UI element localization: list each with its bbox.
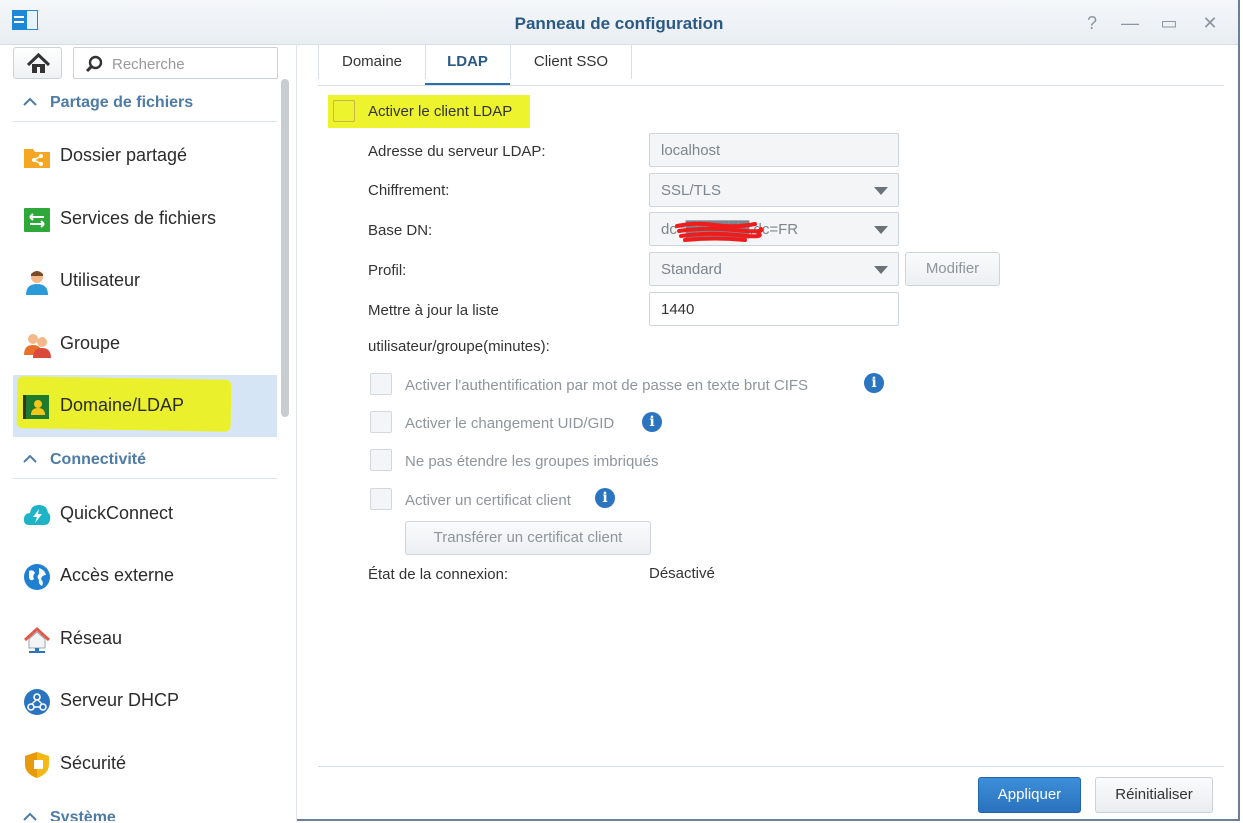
profile-value: Standard	[661, 261, 722, 278]
sidebar-item-group[interactable]: Groupe	[13, 313, 277, 375]
redaction-scribble	[675, 221, 764, 242]
sidebar-item-label: Serveur DHCP	[60, 690, 180, 710]
control-panel-window: Panneau de configuration ? — ▭ ✕ Partage…	[0, 0, 1240, 821]
sidebar-scrollbar[interactable]	[281, 79, 289, 417]
sidebar-item-quickconnect[interactable]: QuickConnect	[13, 483, 277, 545]
enable-ldap-label: Activer le client LDAP	[368, 103, 513, 120]
section-label: Partage de fichiers	[50, 94, 194, 111]
encryption-select[interactable]: SSL/TLS	[649, 173, 899, 207]
globe-icon	[24, 564, 50, 590]
search-box[interactable]	[73, 47, 278, 79]
server-address-input[interactable]: localhost	[649, 133, 899, 167]
chevron-up-icon	[23, 454, 37, 463]
dropdown-arrow-icon	[874, 226, 888, 234]
search-icon	[85, 55, 103, 73]
update-interval-input[interactable]: 1440	[649, 292, 899, 326]
sidebar-item-label: Dossier partagé	[60, 145, 188, 165]
sidebar-item-label: Services de fichiers	[60, 208, 217, 228]
section-label: Connectivité	[50, 451, 147, 468]
basedn-label: Base DN:	[368, 222, 433, 239]
cifs-auth-label: Activer l'authentification par mot de pa…	[405, 377, 809, 394]
sidebar-item-file-services[interactable]: Services de fichiers	[13, 188, 277, 250]
chevron-up-icon	[23, 812, 37, 821]
profile-select[interactable]: Standard	[649, 252, 899, 286]
user-icon	[26, 271, 48, 295]
shield-icon	[25, 752, 49, 778]
sidebar-item-network[interactable]: Réseau	[13, 608, 277, 670]
help-icon[interactable]: ?	[1080, 11, 1104, 35]
sidebar-item-user[interactable]: Utilisateur	[13, 250, 277, 312]
group-icon	[24, 334, 51, 358]
section-system[interactable]: Système	[13, 800, 277, 821]
sidebar: Partage de fichiers Dossier partagé Serv…	[0, 45, 297, 821]
ldap-settings-panel: Activer le client LDAP Adresse du serveu…	[318, 86, 1224, 756]
apply-button[interactable]: Appliquer	[978, 777, 1081, 813]
info-icon[interactable]: i	[595, 488, 615, 508]
sidebar-item-label: Réseau	[60, 628, 123, 648]
sidebar-item-shared-folder[interactable]: Dossier partagé	[13, 125, 277, 187]
sidebar-item-domain-ldap[interactable]: Domaine/LDAP	[13, 375, 277, 437]
dhcp-server-icon	[24, 689, 50, 715]
encryption-label: Chiffrement:	[368, 182, 450, 199]
server-address-placeholder: localhost	[661, 142, 721, 159]
section-connectivity[interactable]: Connectivité	[13, 442, 277, 479]
search-input[interactable]	[110, 54, 274, 74]
maximize-icon[interactable]: ▭	[1157, 11, 1181, 35]
file-services-icon	[24, 208, 50, 232]
sidebar-item-label: Domaine/LDAP	[60, 395, 185, 415]
tab-bar: Domaine LDAP Client SSO	[318, 45, 1224, 86]
sidebar-item-label: Sécurité	[60, 753, 127, 773]
network-icon	[23, 626, 51, 653]
cifs-auth-checkbox[interactable]	[370, 373, 392, 395]
info-icon[interactable]: i	[864, 373, 884, 393]
chevron-up-icon	[23, 97, 37, 106]
sidebar-item-label: QuickConnect	[60, 503, 174, 523]
close-icon[interactable]: ✕	[1198, 11, 1222, 35]
connection-status-label: État de la connexion:	[368, 566, 509, 583]
modify-button[interactable]: Modifier	[905, 252, 1000, 286]
dropdown-arrow-icon	[874, 266, 888, 274]
home-icon	[26, 52, 51, 73]
sidebar-item-external-access[interactable]: Accès externe	[13, 545, 277, 607]
sidebar-item-label: Groupe	[60, 333, 121, 353]
nested-groups-label: Ne pas étendre les groupes imbriqués	[405, 453, 659, 470]
encryption-value: SSL/TLS	[661, 182, 722, 199]
tab-client-sso[interactable]: Client SSO	[511, 45, 632, 79]
info-icon[interactable]: i	[642, 412, 662, 432]
update-interval-label: Mettre à jour la liste	[368, 302, 499, 319]
tab-domaine[interactable]: Domaine	[318, 45, 426, 79]
sidebar-item-dhcp-server[interactable]: Serveur DHCP	[13, 670, 277, 732]
dropdown-arrow-icon	[874, 187, 888, 195]
home-button[interactable]	[13, 47, 62, 79]
uid-gid-checkbox[interactable]	[370, 411, 392, 433]
update-interval-value: 1440	[661, 301, 695, 318]
update-interval-label-2: utilisateur/groupe(minutes):	[368, 338, 550, 355]
sidebar-item-security[interactable]: Sécurité	[13, 733, 277, 795]
title-bar: Panneau de configuration ? — ▭ ✕	[0, 0, 1238, 45]
nested-groups-checkbox[interactable]	[370, 449, 392, 471]
connection-status-value: Désactivé	[649, 565, 715, 582]
minimize-icon[interactable]: —	[1118, 11, 1142, 35]
client-cert-label: Activer un certificat client	[405, 492, 571, 509]
section-file-sharing[interactable]: Partage de fichiers	[13, 85, 277, 122]
uid-gid-label: Activer le changement UID/GID	[405, 415, 615, 432]
domain-ldap-icon	[23, 395, 49, 419]
tab-ldap[interactable]: LDAP	[425, 45, 511, 85]
profile-label: Profil:	[368, 262, 407, 279]
server-label: Adresse du serveur LDAP:	[368, 143, 546, 160]
shared-folder-icon	[24, 149, 50, 168]
footer-divider	[318, 766, 1224, 767]
client-cert-checkbox[interactable]	[370, 488, 392, 510]
section-label: Système	[50, 809, 116, 821]
window-title: Panneau de configuration	[514, 14, 724, 33]
enable-ldap-checkbox[interactable]	[333, 100, 355, 122]
sidebar-item-label: Utilisateur	[60, 270, 141, 290]
quickconnect-icon	[23, 505, 51, 525]
reset-button[interactable]: Réinitialiser	[1095, 777, 1213, 813]
sidebar-item-label: Accès externe	[60, 565, 175, 585]
upload-client-cert-button[interactable]: Transférer un certificat client	[405, 521, 651, 555]
